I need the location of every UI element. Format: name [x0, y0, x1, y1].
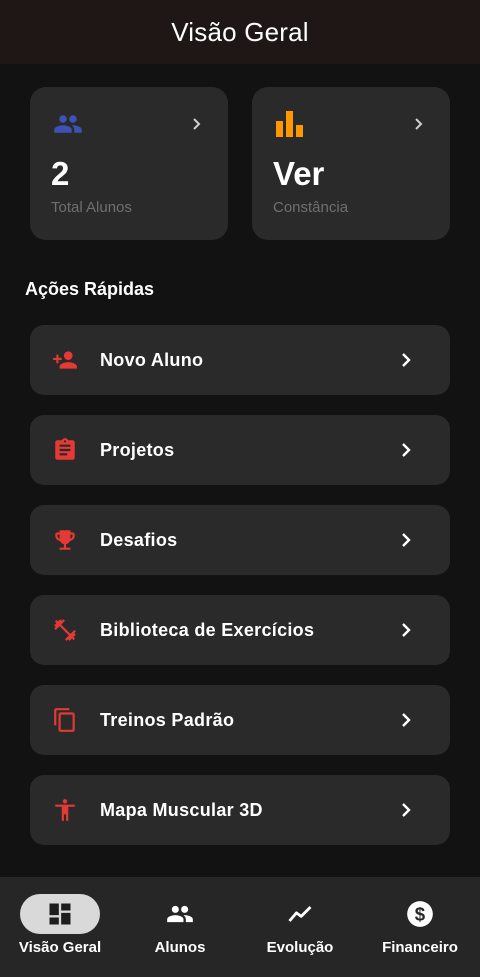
body-icon	[55, 799, 75, 821]
copy-icon	[54, 708, 75, 732]
people-icon	[54, 115, 82, 133]
bar-chart-icon	[276, 111, 303, 137]
dashboard-icon	[49, 903, 71, 925]
action-label: Novo Aluno	[100, 349, 204, 370]
dollar-icon: $	[407, 901, 433, 927]
stat-value: 2	[51, 155, 70, 192]
chevron-right-icon	[402, 803, 411, 817]
action-treinos-padrao[interactable]: Treinos Padrão	[30, 685, 450, 755]
stat-card-constancia[interactable]: Ver Constância	[252, 87, 450, 240]
stat-card-total-alunos[interactable]: 2 Total Alunos	[30, 87, 228, 240]
stat-label: Constância	[273, 199, 349, 216]
nav-item-visao-geral[interactable]: Visão Geral	[0, 877, 120, 977]
chevron-right-icon	[415, 118, 423, 130]
dumbbell-icon	[54, 619, 76, 641]
clipboard-icon	[55, 438, 75, 460]
chevron-right-icon	[402, 443, 411, 457]
action-label: Mapa Muscular 3D	[100, 799, 263, 820]
stat-value: Ver	[273, 155, 325, 192]
people-icon	[167, 905, 193, 923]
chevron-right-icon	[402, 623, 411, 637]
chevron-right-icon	[402, 713, 411, 727]
chevron-right-icon	[402, 533, 411, 547]
action-label: Desafios	[100, 529, 178, 550]
app-bar: Visão Geral	[0, 0, 480, 64]
stat-label: Total Alunos	[51, 199, 132, 216]
quick-actions-list: Novo Aluno Projetos Desafios Biblioteca …	[30, 325, 450, 865]
action-label: Biblioteca de Exercícios	[100, 619, 315, 640]
chevron-right-icon	[402, 353, 411, 367]
nav-label: Evolução	[266, 939, 334, 956]
nav-label: Financeiro	[382, 939, 458, 956]
trending-up-icon	[288, 906, 312, 922]
action-label: Projetos	[100, 439, 175, 460]
action-label: Treinos Padrão	[100, 709, 235, 730]
person-add-icon	[53, 351, 77, 369]
page-title: Visão Geral	[171, 16, 309, 47]
nav-item-alunos[interactable]: Alunos	[120, 877, 240, 977]
trophy-icon	[55, 530, 75, 550]
section-title: Ações Rápidas	[25, 279, 155, 299]
action-biblioteca-exercicios[interactable]: Biblioteca de Exercícios	[30, 595, 450, 665]
svg-text:$: $	[415, 903, 426, 924]
nav-item-financeiro[interactable]: $ Financeiro	[360, 877, 480, 977]
stats-row: 2 Total Alunos Ver Constância	[30, 87, 450, 240]
nav-label: Alunos	[154, 939, 206, 956]
nav-label: Visão Geral	[18, 939, 102, 956]
action-mapa-muscular[interactable]: Mapa Muscular 3D	[30, 775, 450, 845]
action-novo-aluno[interactable]: Novo Aluno	[30, 325, 450, 395]
bottom-navigation: Visão Geral Alunos Evolução $ Financeiro	[0, 877, 480, 977]
action-projetos[interactable]: Projetos	[30, 415, 450, 485]
action-desafios[interactable]: Desafios	[30, 505, 450, 575]
chevron-right-icon	[193, 118, 201, 130]
nav-item-evolucao[interactable]: Evolução	[240, 877, 360, 977]
